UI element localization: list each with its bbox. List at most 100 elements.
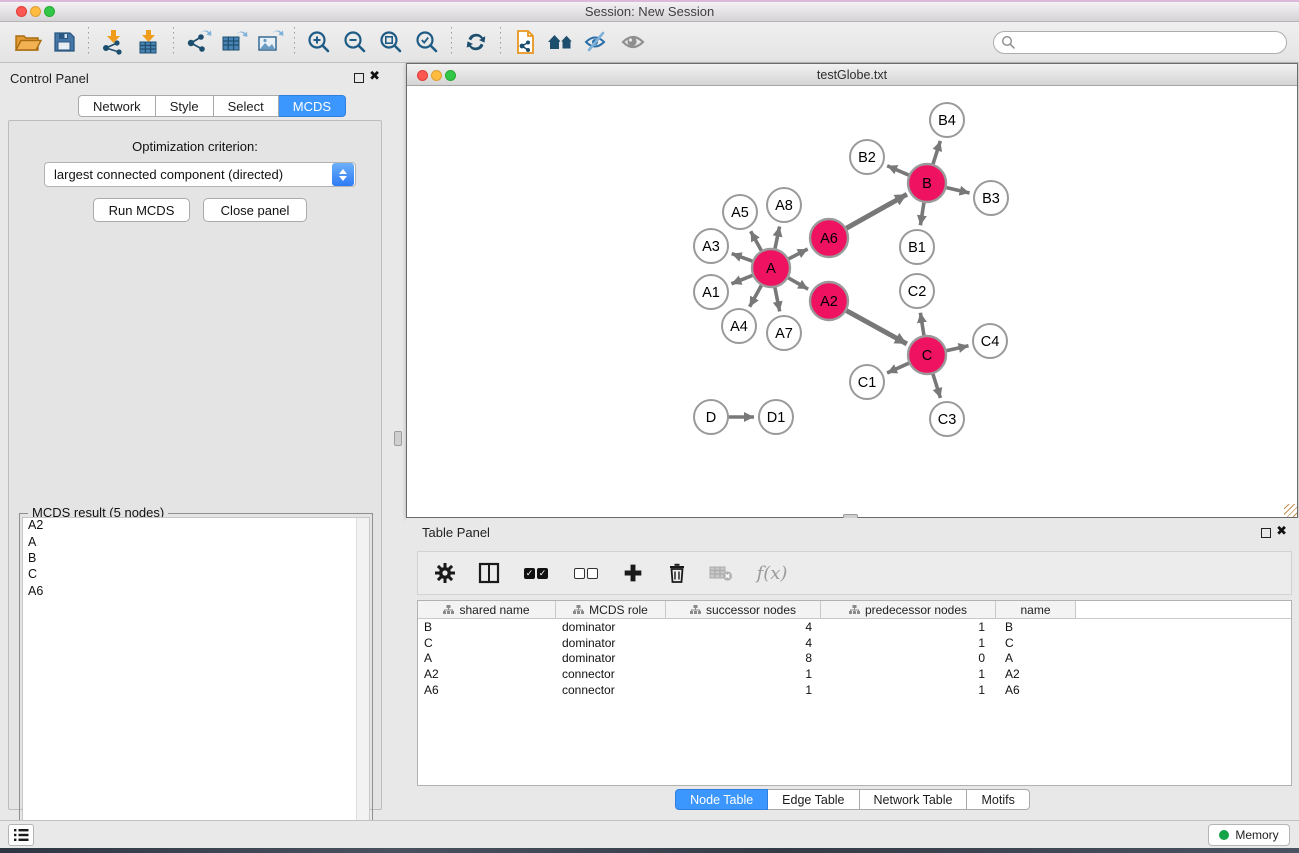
result-item-b[interactable]: B [23,551,369,567]
graph-edge-B-B3[interactable] [945,187,969,193]
graph-node-A1[interactable]: A1 [694,275,728,309]
network-canvas[interactable]: B4 B2 B B3 A8 A5 A6 A3 B1 A C2 A1 A2 A4 A7 C4 C C1 D D1 C3 [407,86,1297,517]
result-item-a2[interactable]: A2 [23,518,369,534]
graph-node-B3[interactable]: B3 [974,181,1008,215]
column-header-name[interactable]: name [996,601,1076,619]
graph-node-D1[interactable]: D1 [759,400,793,434]
zoom-fit-button[interactable] [373,25,409,59]
tab-style[interactable]: Style [156,95,214,117]
graph-edge-A-A6[interactable] [788,249,808,259]
hide-selected-button[interactable] [579,25,615,59]
graph-edge-C-C3[interactable] [933,373,941,398]
create-column-button[interactable] [620,560,646,586]
graph-edge-A2-C[interactable] [846,310,907,344]
graph-node-C2[interactable]: C2 [900,274,934,308]
zoom-out-button[interactable] [337,25,373,59]
search-input[interactable] [1016,34,1286,52]
graph-edge-A-A7[interactable] [775,287,780,312]
select-all-rows-button[interactable]: ✓ ✓ [520,560,552,586]
vertical-splitter-grip[interactable] [394,431,402,446]
graph-node-D[interactable]: D [694,400,728,434]
export-table-button[interactable] [216,25,252,59]
import-table-button[interactable] [131,25,167,59]
function-builder-button[interactable]: f(x) [752,560,792,586]
table-row-a[interactable]: Adominator80A [418,651,1291,667]
export-network-button[interactable] [180,25,216,59]
graph-node-A5[interactable]: A5 [723,195,757,229]
graph-node-A[interactable]: A [752,249,790,287]
float-table-panel-icon[interactable] [1261,528,1271,538]
graph-edge-B-B4[interactable] [933,141,941,165]
graph-edge-A-A1[interactable] [731,275,753,284]
graph-edge-A-A3[interactable] [732,254,754,262]
graph-node-A2[interactable]: A2 [810,282,848,320]
tab-network[interactable]: Network [78,95,156,117]
table-tab-node-table[interactable]: Node Table [675,789,768,810]
graph-node-B2[interactable]: B2 [850,140,884,174]
graph-edge-B-B1[interactable] [920,202,924,225]
graph-edge-A-A4[interactable] [750,285,762,307]
table-options-button[interactable] [432,560,458,586]
apply-layout-button[interactable] [458,25,494,59]
memory-button[interactable]: Memory [1208,824,1290,846]
column-header-MCDS-role[interactable]: MCDS role [556,601,666,619]
graph-node-C4[interactable]: C4 [973,324,1007,358]
close-table-panel-icon[interactable]: ✖ [1276,523,1287,539]
graph-edge-A-A8[interactable] [775,227,780,250]
result-item-a6[interactable]: A6 [23,583,369,599]
table-tab-motifs[interactable]: Motifs [967,789,1029,810]
zoom-selected-button[interactable] [409,25,445,59]
window-resize-grip[interactable] [1284,504,1297,517]
table-row-c[interactable]: Cdominator41C [418,635,1291,651]
tab-mcds[interactable]: MCDS [279,95,346,117]
delete-columns-button[interactable] [664,560,690,586]
table-row-a2[interactable]: A2connector11A2 [418,666,1291,682]
criterion-dropdown[interactable]: largest connected component (directed) [44,162,356,187]
table-row-a6[interactable]: A6connector11A6 [418,682,1291,698]
network-window-titlebar[interactable]: testGlobe.txt [407,64,1297,86]
graph-edge-A-A2[interactable] [788,277,809,289]
column-header-shared-name[interactable]: shared name [418,601,556,619]
result-item-a[interactable]: A [23,534,369,550]
delete-table-button[interactable] [708,560,734,586]
task-history-button[interactable] [8,824,34,846]
close-panel-icon[interactable]: ✖ [369,68,380,84]
table-tab-network-table[interactable]: Network Table [860,789,968,810]
graph-edge-C-C2[interactable] [920,313,924,336]
graph-edge-A-A5[interactable] [751,231,762,251]
first-neighbors-button[interactable] [543,25,579,59]
graph-node-B[interactable]: B [908,164,946,202]
open-file-button[interactable] [10,25,46,59]
import-network-button[interactable] [95,25,131,59]
graph-edge-B-B2[interactable] [887,166,909,176]
graph-node-B4[interactable]: B4 [930,103,964,137]
table-row-b[interactable]: Bdominator41B [418,619,1291,635]
toolbar-search-field[interactable] [993,31,1287,54]
graph-node-A7[interactable]: A7 [767,316,801,350]
tab-select[interactable]: Select [214,95,279,117]
close-panel-button[interactable]: Close panel [203,198,307,222]
deselect-all-rows-button[interactable] [570,560,602,586]
graph-node-A3[interactable]: A3 [694,229,728,263]
graph-edge-A6-B[interactable] [846,194,907,228]
graph-node-C1[interactable]: C1 [850,365,884,399]
split-panel-button[interactable] [476,560,502,586]
run-mcds-button[interactable]: Run MCDS [93,198,190,222]
graph-edge-C-C4[interactable] [946,346,969,351]
show-graphics-details-button[interactable] [615,25,651,59]
graph-edge-C-C1[interactable] [887,363,910,373]
column-header-successor-nodes[interactable]: successor nodes [666,601,821,619]
column-header-predecessor-nodes[interactable]: predecessor nodes [821,601,996,619]
float-panel-icon[interactable] [354,73,364,83]
graph-node-C3[interactable]: C3 [930,402,964,436]
result-list-scrollbar[interactable] [356,518,369,849]
graph-node-A8[interactable]: A8 [767,188,801,222]
graph-node-A4[interactable]: A4 [722,309,756,343]
graph-node-C[interactable]: C [908,336,946,374]
network-from-selection-button[interactable] [507,25,543,59]
table-tab-edge-table[interactable]: Edge Table [768,789,859,810]
graph-node-A6[interactable]: A6 [810,219,848,257]
graph-node-B1[interactable]: B1 [900,230,934,264]
result-item-c[interactable]: C [23,567,369,583]
zoom-in-button[interactable] [301,25,337,59]
